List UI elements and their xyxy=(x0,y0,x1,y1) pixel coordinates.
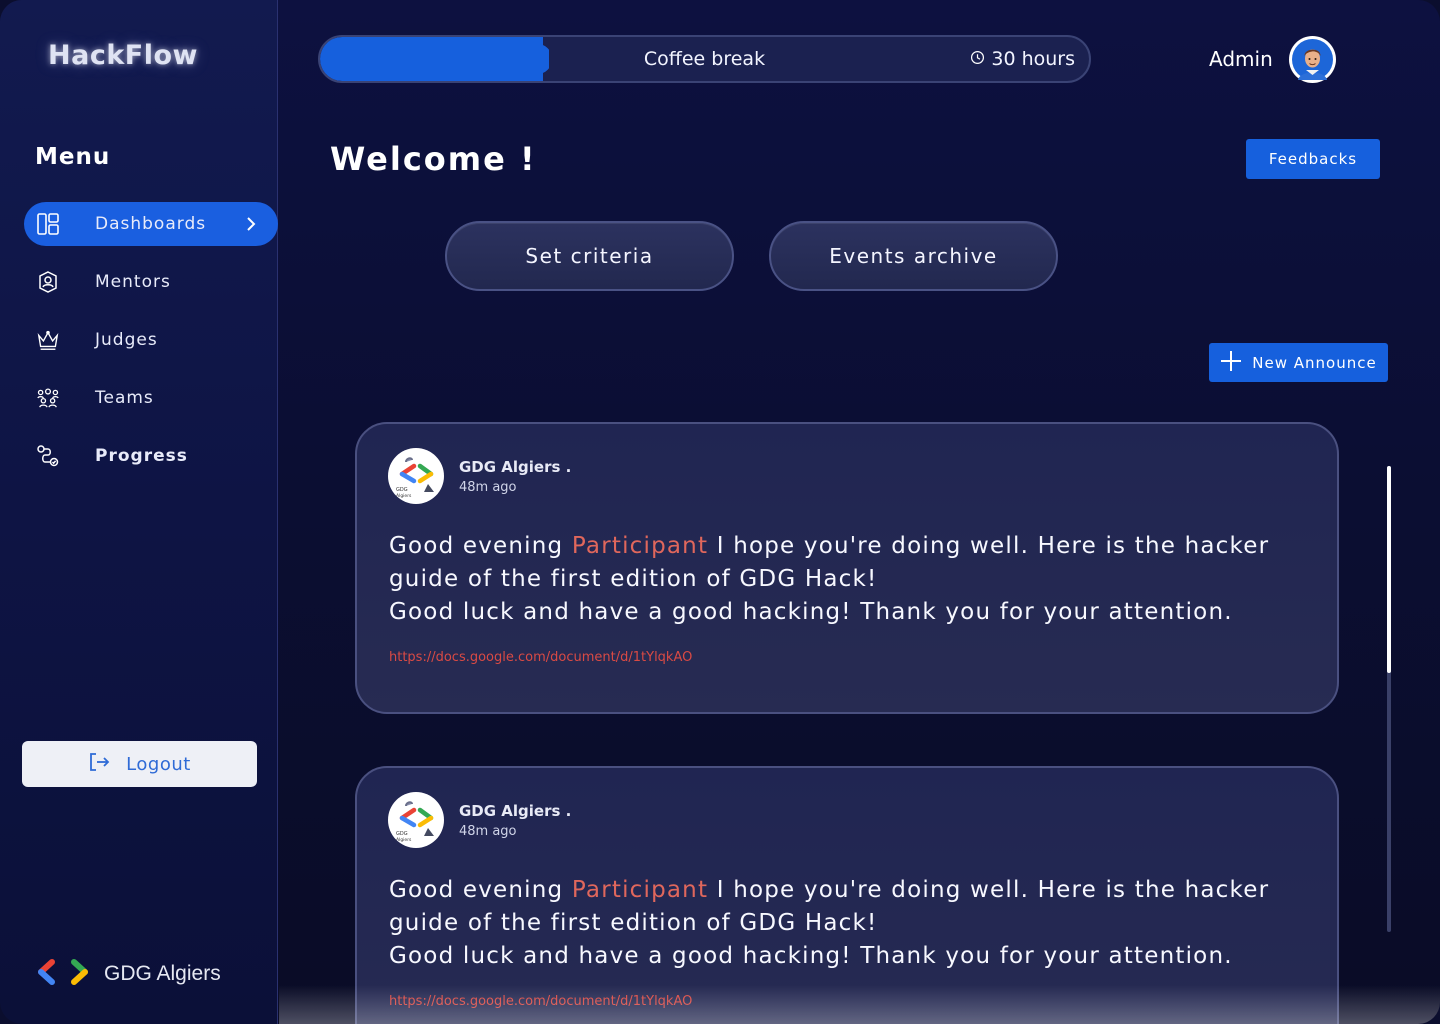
announcement-link[interactable]: https://docs.google.com/document/d/1tYlq… xyxy=(389,994,692,1009)
sidebar-item-teams[interactable]: Teams xyxy=(24,376,278,420)
sidebar-item-label: Mentors xyxy=(95,272,171,292)
plus-icon xyxy=(1220,350,1242,376)
feedbacks-label: Feedbacks xyxy=(1268,150,1358,168)
time-remaining-value: 30 hours xyxy=(991,48,1075,70)
svg-text:Algiers: Algiers xyxy=(396,837,412,843)
feedbacks-button[interactable]: Feedbacks xyxy=(1246,139,1380,179)
app-logo[interactable]: HackFlow xyxy=(48,40,198,71)
sidebar-item-mentors[interactable]: Mentors xyxy=(24,260,278,304)
scrollbar-thumb[interactable] xyxy=(1387,466,1391,673)
svg-text:GDG: GDG xyxy=(396,831,408,837)
sidebar-item-dashboards[interactable]: Dashboards xyxy=(24,202,278,246)
sidebar-item-label: Teams xyxy=(95,388,154,408)
announcement-highlight: Participant xyxy=(571,877,709,903)
mentor-icon xyxy=(36,270,60,294)
announcement-message: Good evening Participant I hope you're d… xyxy=(389,874,1309,973)
avatar[interactable] xyxy=(1289,36,1336,83)
set-criteria-label: Set criteria xyxy=(525,244,654,268)
gdg-avatar-icon: GDG Algiers xyxy=(388,448,444,504)
page-title: Welcome ! xyxy=(330,140,537,178)
announcement-time: 48m ago xyxy=(459,480,517,495)
logout-icon xyxy=(88,751,110,777)
logout-button[interactable]: Logout xyxy=(22,741,257,787)
sidebar: HackFlow Menu Dashboards Mentors Judges … xyxy=(0,0,278,1024)
sidebar-item-label: Judges xyxy=(95,330,158,350)
announcement-author: GDG Algiers . xyxy=(459,802,572,820)
avatar-image xyxy=(1292,39,1333,80)
gdg-logo-icon xyxy=(38,958,88,990)
org-branding: GDG Algiers xyxy=(38,958,221,990)
crown-icon xyxy=(36,328,60,352)
events-archive-button[interactable]: Events archive xyxy=(769,221,1058,291)
event-progress-bar: Coffee break 30 hours xyxy=(318,35,1091,83)
sidebar-nav: Dashboards Mentors Judges Teams Progress xyxy=(24,202,278,492)
sidebar-item-label: Progress xyxy=(95,446,188,466)
announcement-closing: Good luck and have a good hacking! Thank… xyxy=(389,599,1233,625)
announcement-message: Good evening Participant I hope you're d… xyxy=(389,530,1309,629)
announcement-card: GDG Algiers GDG Algiers . 48m ago Good e… xyxy=(355,766,1339,1024)
time-remaining: 30 hours xyxy=(970,48,1075,70)
announcement-greeting: Good evening xyxy=(389,877,564,903)
svg-text:Algiers: Algiers xyxy=(396,493,412,499)
clock-icon xyxy=(970,48,985,70)
new-announce-button[interactable]: New Announce xyxy=(1209,343,1388,382)
menu-title: Menu xyxy=(35,144,111,170)
sidebar-item-label: Dashboards xyxy=(95,214,207,234)
app-window: HackFlow Menu Dashboards Mentors Judges … xyxy=(0,0,1440,1024)
announcement-closing: Good luck and have a good hacking! Thank… xyxy=(389,943,1233,969)
org-name: GDG Algiers xyxy=(104,962,221,985)
svg-text:GDG: GDG xyxy=(396,487,408,493)
sidebar-item-progress[interactable]: Progress xyxy=(24,434,278,478)
new-announce-label: New Announce xyxy=(1252,353,1377,372)
announcement-time: 48m ago xyxy=(459,824,517,839)
logout-label: Logout xyxy=(126,753,191,775)
chevron-right-icon xyxy=(244,214,258,238)
announcement-greeting: Good evening xyxy=(389,533,564,559)
announcement-highlight: Participant xyxy=(571,533,709,559)
dashboard-icon xyxy=(36,212,60,236)
announcement-card: GDG Algiers GDG Algiers . 48m ago Good e… xyxy=(355,422,1339,714)
progress-icon xyxy=(36,444,60,468)
user-name: Admin xyxy=(1209,47,1273,71)
announcement-link[interactable]: https://docs.google.com/document/d/1tYlq… xyxy=(389,650,692,665)
announcement-author: GDG Algiers . xyxy=(459,458,572,476)
events-archive-label: Events archive xyxy=(829,244,998,268)
set-criteria-button[interactable]: Set criteria xyxy=(445,221,734,291)
sidebar-item-judges[interactable]: Judges xyxy=(24,318,278,362)
teams-icon xyxy=(36,386,60,410)
gdg-avatar-icon: GDG Algiers xyxy=(388,792,444,848)
